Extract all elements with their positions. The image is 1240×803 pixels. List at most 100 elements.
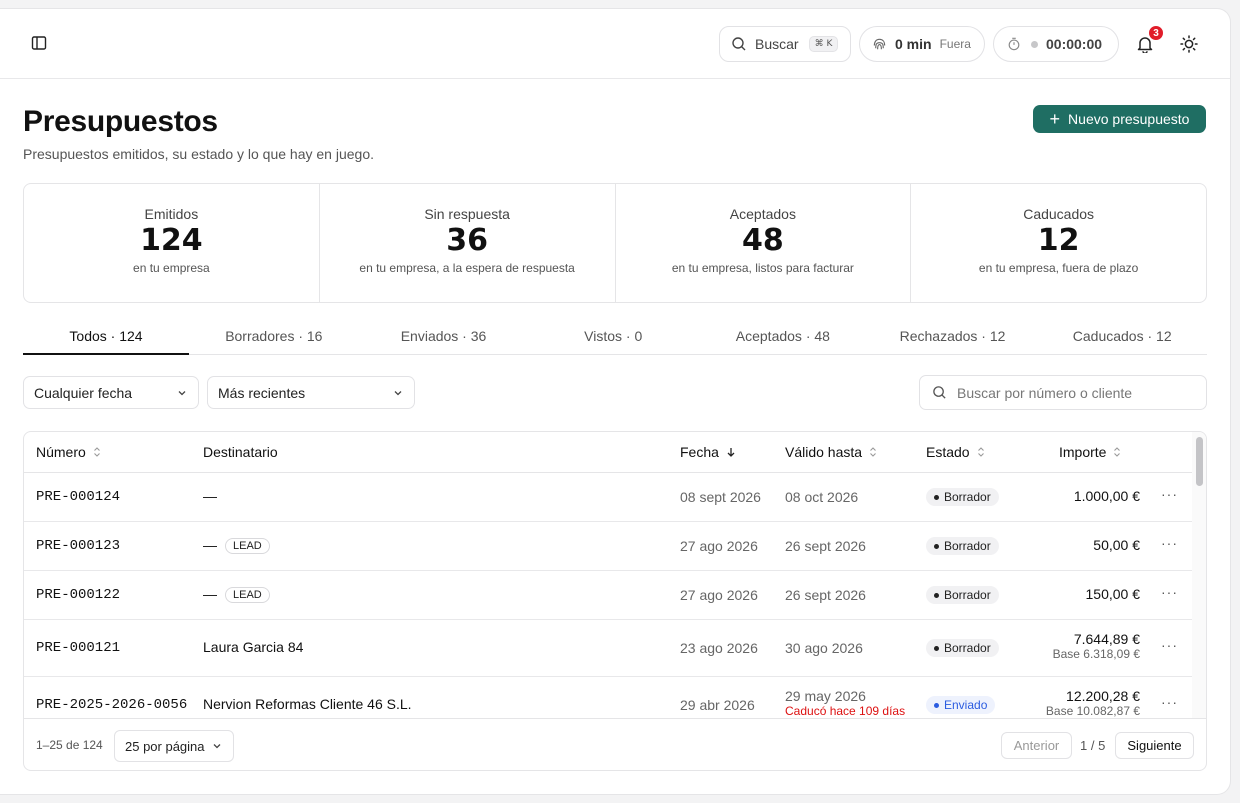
per-page-select[interactable]: 25 por página xyxy=(114,730,234,762)
status-badge: Borrador xyxy=(926,488,999,506)
col-date-header[interactable]: Fecha xyxy=(680,444,737,460)
tab-sent[interactable]: Enviados · 36 xyxy=(359,322,529,354)
recipient: Nervion Reformas Cliente 46 S.L. xyxy=(203,696,412,712)
arrow-down-icon xyxy=(727,448,735,457)
amount: 7.644,89 € xyxy=(1073,631,1140,647)
chevron-down-icon xyxy=(394,390,402,395)
quote-number: PRE-2025-2026-0056 xyxy=(36,697,188,713)
sort-select[interactable]: Más recientes xyxy=(207,376,415,409)
valid-until-block: 29 may 2026 Caducó hace 109 días xyxy=(785,688,905,718)
quote-date: 08 sept 2026 xyxy=(680,489,761,505)
notifications-badge: 3 xyxy=(1148,25,1164,41)
sort-value: Más recientes xyxy=(218,384,306,401)
valid-until: 30 ago 2026 xyxy=(785,640,863,656)
expired-note: Caducó hace 109 días xyxy=(785,704,906,718)
scrollbar-thumb[interactable] xyxy=(1196,437,1203,486)
table-search-input[interactable] xyxy=(957,384,1197,401)
more-icon[interactable]: ··· xyxy=(1161,535,1178,551)
next-page-button[interactable]: Siguiente xyxy=(1115,732,1194,759)
more-icon[interactable]: ··· xyxy=(1161,694,1178,710)
theme-toggle-sun-icon[interactable] xyxy=(1177,32,1201,56)
stat-accepted: Aceptados 48 en tu empresa, listos para … xyxy=(616,184,912,302)
table-scrollbar[interactable] xyxy=(1192,432,1206,718)
stopwatch-icon xyxy=(1008,37,1020,51)
col-number-header[interactable]: Número xyxy=(36,444,102,460)
tab-accepted[interactable]: Aceptados · 48 xyxy=(698,322,868,354)
away-time-button[interactable]: 0 min Fuera xyxy=(859,26,985,62)
quote-date: 27 ago 2026 xyxy=(680,587,758,603)
sidebar-toggle-icon[interactable] xyxy=(27,31,51,55)
stat-issued: Emitidos 124 en tu empresa xyxy=(24,184,320,302)
quote-date: 23 ago 2026 xyxy=(680,640,758,656)
quote-number: PRE-000122 xyxy=(36,587,121,603)
valid-until: 29 may 2026 xyxy=(785,688,866,704)
tab-rejected[interactable]: Rechazados · 12 xyxy=(868,322,1038,354)
tab-viewed[interactable]: Vistos · 0 xyxy=(528,322,698,354)
col-recipient-header: Destinatario xyxy=(203,444,278,460)
stat-desc: en tu empresa, a la espera de respuesta xyxy=(359,261,575,275)
tab-expired[interactable]: Caducados · 12 xyxy=(1037,322,1207,354)
stat-desc: en tu empresa, fuera de plazo xyxy=(978,261,1139,275)
quotes-table: Número Destinatario Fecha Válido hasta E… xyxy=(23,431,1207,771)
tab-all[interactable]: Todos · 124 xyxy=(23,322,189,355)
valid-until: 08 oct 2026 xyxy=(785,489,859,505)
col-valid-header[interactable]: Válido hasta xyxy=(785,444,878,460)
lead-badge: LEAD xyxy=(225,587,270,603)
table-search-field[interactable] xyxy=(919,375,1207,410)
quote-date: 29 abr 2026 xyxy=(680,697,755,713)
table-row[interactable]: PRE-000122 — LEAD 27 ago 2026 26 sept 202… xyxy=(24,571,1192,620)
chevron-down-icon xyxy=(178,390,186,395)
stat-value: 48 xyxy=(742,223,784,258)
tab-drafts[interactable]: Borradores · 16 xyxy=(189,322,359,354)
amount: 12.200,28 € xyxy=(1066,688,1140,704)
more-icon[interactable]: ··· xyxy=(1161,637,1178,653)
timer-button[interactable]: 00:00:00 xyxy=(993,26,1119,62)
top-bar: Buscar ⌘ K 0 min Fuera 00:00:00 3 xyxy=(0,9,1230,79)
timer-value: 00:00:00 xyxy=(1046,36,1103,52)
chevron-down-icon xyxy=(213,744,221,749)
stat-value: 36 xyxy=(446,223,488,258)
stat-value: 12 xyxy=(1037,223,1080,258)
lead-badge: LEAD xyxy=(225,538,270,554)
amount: 1.000,00 € xyxy=(1073,488,1140,504)
table-footer: 1–25 de 124 25 por página Anterior 1 / 5… xyxy=(24,718,1206,770)
stat-label: Aceptados xyxy=(729,206,796,222)
recipient: — LEAD xyxy=(203,586,270,603)
col-amount-header[interactable]: Importe xyxy=(1059,444,1122,460)
amount-base: Base 10.082,87 € xyxy=(1045,704,1140,718)
stat-no-response: Sin respuesta 36 en tu empresa, a la esp… xyxy=(320,184,616,302)
new-quote-button[interactable]: + Nuevo presupuesto xyxy=(1033,105,1206,133)
amount-base: Base 6.318,09 € xyxy=(1052,647,1140,661)
table-row[interactable]: PRE-000124 — 08 sept 2026 08 oct 2026 Bo… xyxy=(24,473,1192,522)
global-search-button[interactable]: Buscar ⌘ K xyxy=(719,26,851,62)
stat-desc: en tu empresa xyxy=(133,261,210,275)
prev-page-button[interactable]: Anterior xyxy=(1001,732,1072,759)
quote-date: 27 ago 2026 xyxy=(680,538,758,554)
stat-value: 124 xyxy=(140,223,203,258)
recipient: — LEAD xyxy=(203,537,270,554)
date-filter-value: Cualquier fecha xyxy=(34,384,133,401)
status-badge: Borrador xyxy=(926,586,999,604)
more-icon[interactable]: ··· xyxy=(1161,584,1178,600)
quote-number: PRE-000123 xyxy=(36,538,121,554)
stats-panel: Emitidos 124 en tu empresa Sin respuesta… xyxy=(23,183,1207,303)
more-icon[interactable]: ··· xyxy=(1161,486,1178,502)
col-status-header[interactable]: Estado xyxy=(926,444,986,460)
date-filter-select[interactable]: Cualquier fecha xyxy=(23,376,199,409)
amount: 50,00 € xyxy=(1093,537,1140,553)
fingerprint-icon xyxy=(873,38,886,49)
sort-icon xyxy=(1114,447,1121,457)
table-row[interactable]: PRE-000123 — LEAD 27 ago 2026 26 sept 202… xyxy=(24,522,1192,571)
table-row[interactable]: PRE-000121 Laura Garcia 84 23 ago 2026 3… xyxy=(24,620,1192,677)
recipient: — xyxy=(203,488,217,504)
page-title: Presupuestos xyxy=(23,105,218,138)
stat-label: Caducados xyxy=(1023,206,1095,222)
status-tabs: Todos · 124 Borradores · 16 Enviados · 3… xyxy=(23,322,1207,355)
amount: 150,00 € xyxy=(1085,586,1141,602)
amount-block: 7.644,89 € Base 6.318,09 € xyxy=(1053,631,1140,661)
table-row[interactable]: PRE-2025-2026-0056 Nervion Reformas Clie… xyxy=(24,677,1192,718)
search-icon xyxy=(933,386,946,399)
global-search-label: Buscar xyxy=(755,36,799,52)
sort-icon xyxy=(93,447,100,457)
stat-expired: Caducados 12 en tu empresa, fuera de pla… xyxy=(911,184,1206,302)
